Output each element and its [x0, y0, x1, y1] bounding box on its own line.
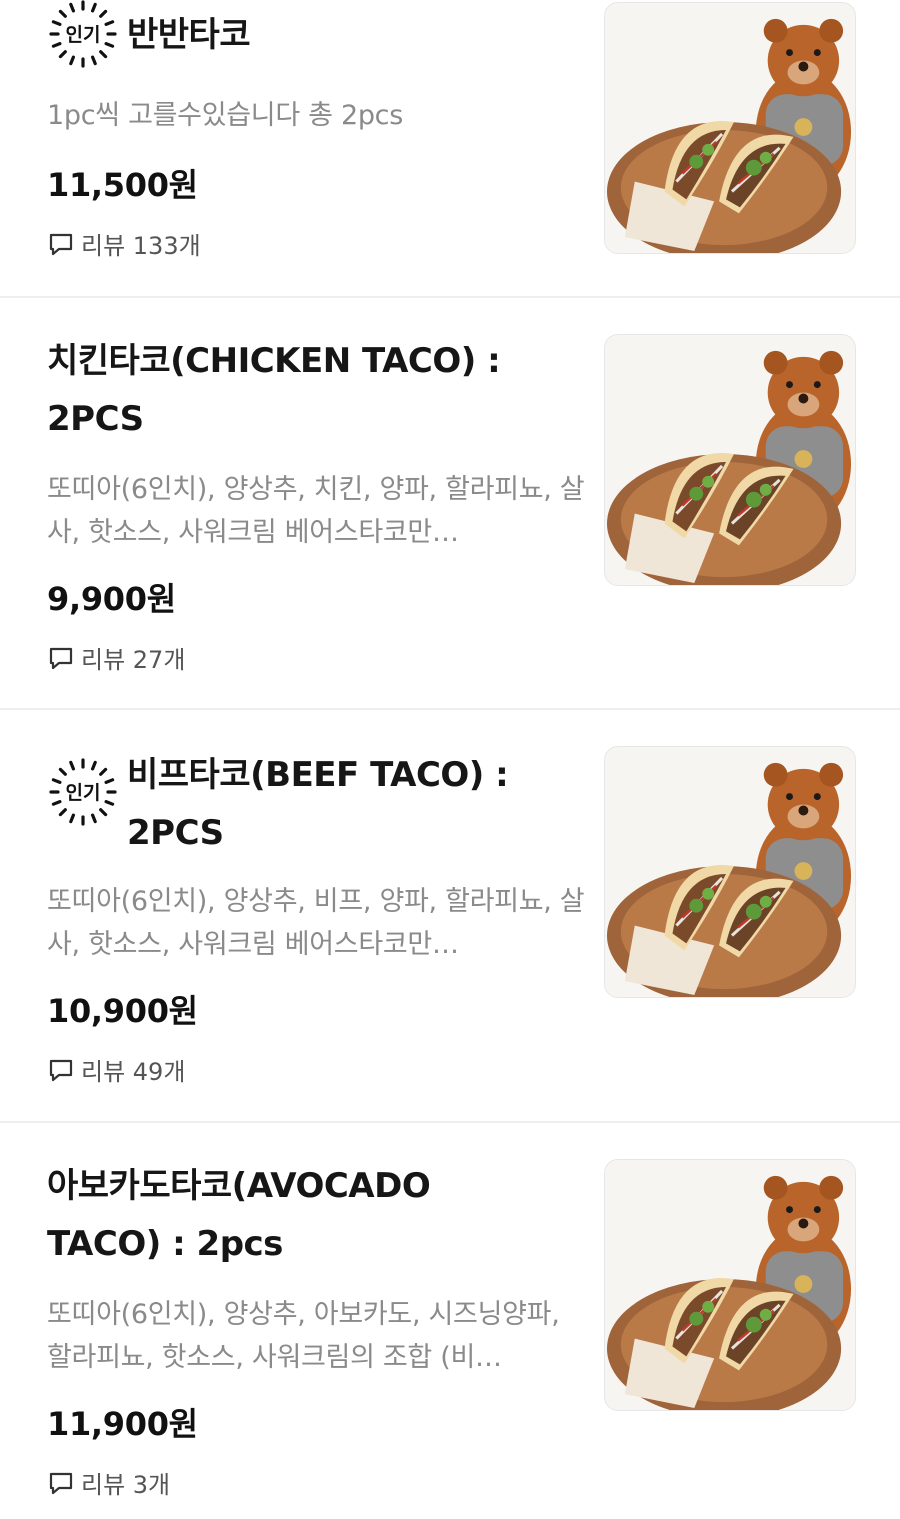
menu-item-reviews[interactable]: 리뷰 49개: [47, 1052, 587, 1087]
menu-item-price: 11,900원: [47, 1405, 198, 1443]
menu-item-description: 1pc씩 고를수있습니다 총 2pcs: [47, 100, 403, 131]
review-count: 리뷰 3개: [81, 1471, 171, 1499]
menu-item-photo[interactable]: [604, 746, 856, 998]
menu-item-reviews[interactable]: 리뷰 3개: [47, 1465, 587, 1500]
menu-item-title: 치킨타코(CHICKEN TACO) : 2PCS: [47, 341, 501, 439]
menu-item-price: 10,900원: [47, 992, 198, 1030]
badge-label: 인기: [66, 782, 101, 804]
menu-item-reviews[interactable]: 리뷰 27개: [47, 640, 587, 675]
menu-item-description: 또띠아(6인치), 양상추, 비프, 양파, 할라피뇨, 살사, 핫소스, 사워…: [47, 886, 585, 960]
menu-item-photo[interactable]: [604, 1159, 856, 1411]
menu-item-description: 또띠아(6인치), 양상추, 치킨, 양파, 할라피뇨, 살사, 핫소스, 사워…: [47, 474, 585, 548]
menu-item-description: 또띠아(6인치), 양상추, 아보카도, 시즈닝양파, 할라피뇨, 핫소스, 사…: [47, 1299, 560, 1373]
speech-bubble-icon: [47, 1056, 75, 1084]
menu-item-price: 9,900원: [47, 580, 176, 618]
review-count: 리뷰 49개: [81, 1058, 186, 1086]
speech-bubble-icon: [47, 644, 75, 672]
menu-item-photo[interactable]: [604, 2, 856, 254]
menu-item-reviews[interactable]: 리뷰 133개: [47, 226, 587, 261]
menu-item-title: 아보카도타코(AVOCADO TACO) : 2pcs: [47, 1166, 431, 1264]
badge-label: 인기: [66, 24, 101, 46]
speech-bubble-icon: [47, 1469, 75, 1497]
review-count: 리뷰 27개: [81, 646, 186, 674]
menu-item[interactable]: 인기 비프타코(BEEF TACO) : 2PCS 또띠아(6인치), 양상추,…: [0, 708, 900, 1121]
menu-item-photo[interactable]: [604, 334, 856, 586]
menu-item-title: 비프타코(BEEF TACO) : 2PCS: [127, 755, 509, 853]
menu-item-price: 11,500원: [47, 166, 198, 204]
menu-list: 인기 반반타코 1pc씩 고를수있습니다 총 2pcs 11,500원 리뷰 1…: [0, 0, 900, 1519]
menu-item-title: 반반타코: [127, 15, 251, 55]
review-count: 리뷰 133개: [81, 232, 201, 260]
speech-bubble-icon: [47, 230, 75, 258]
popular-badge-icon: 인기: [47, 0, 119, 70]
menu-item[interactable]: 아보카도타코(AVOCADO TACO) : 2pcs 또띠아(6인치), 양상…: [0, 1121, 900, 1519]
popular-badge-icon: 인기: [47, 756, 119, 828]
menu-item[interactable]: 인기 반반타코 1pc씩 고를수있습니다 총 2pcs 11,500원 리뷰 1…: [0, 0, 900, 296]
menu-item[interactable]: 치킨타코(CHICKEN TACO) : 2PCS 또띠아(6인치), 양상추,…: [0, 296, 900, 708]
